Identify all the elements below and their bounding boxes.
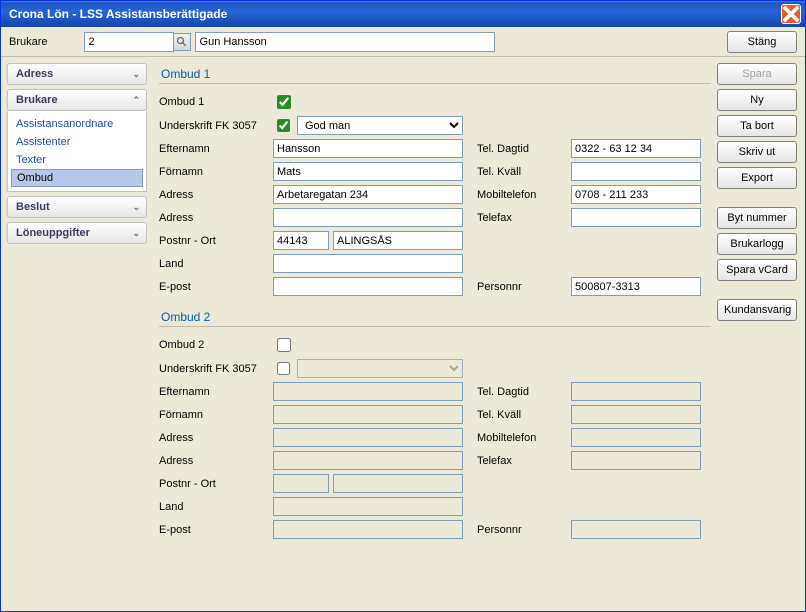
ombud2-epost-input — [273, 520, 463, 539]
label-tel-dagtid2: Tel. Dagtid — [477, 386, 557, 398]
brukare-id-input[interactable] — [84, 32, 174, 52]
ombud1-adress2-input[interactable] — [273, 208, 463, 227]
ombud1-checkbox[interactable] — [277, 95, 291, 109]
label-tel-kvall1: Tel. Kväll — [477, 166, 557, 178]
label-adress2a: Adress — [159, 432, 259, 444]
ombud2-tel-kvall-input — [571, 405, 701, 424]
ombud1-personnr-input[interactable] — [571, 277, 701, 296]
ombud1-underskrift-checkbox[interactable] — [277, 119, 290, 132]
right-button-bar: Spara Ny Ta bort Skriv ut Export Byt num… — [715, 57, 805, 611]
label-tel-dagtid1: Tel. Dagtid — [477, 143, 557, 155]
label-epost1: E-post — [159, 281, 259, 293]
label-underskrift1: Underskrift FK 3057 — [159, 120, 259, 132]
label-postnr1: Postnr - Ort — [159, 235, 259, 247]
label-ombud2: Ombud 2 — [159, 339, 259, 351]
ombud1-telefax-input[interactable] — [571, 208, 701, 227]
label-fornamn2: Förnamn — [159, 409, 259, 421]
label-personnr2: Personnr — [477, 524, 557, 536]
ombud2-mobil-input — [571, 428, 701, 447]
sidebar-group-beslut[interactable]: Beslut ⌄ — [7, 196, 147, 218]
label-underskrift2: Underskrift FK 3057 — [159, 363, 259, 375]
ombud1-epost-input[interactable] — [273, 277, 463, 296]
ombud1-underskrift-select[interactable]: God man — [297, 116, 463, 135]
section-title-ombud2: Ombud 2 — [159, 306, 711, 327]
label-telefax1: Telefax — [477, 212, 557, 224]
section-title-ombud1: Ombud 1 — [159, 63, 711, 84]
label-adress1a: Adress — [159, 189, 259, 201]
kundansvarig-button[interactable]: Kundansvarig — [717, 299, 797, 321]
ombud1-adress1-input[interactable] — [273, 185, 463, 204]
ombud2-personnr-input — [571, 520, 701, 539]
sidebar-group-loneuppgifter[interactable]: Löneuppgifter ⌄ — [7, 222, 147, 244]
spara-vcard-button[interactable]: Spara vCard — [717, 259, 797, 281]
chevron-down-icon: ⌄ — [132, 228, 140, 239]
label-personnr1: Personnr — [477, 281, 557, 293]
ombud2-land-input — [273, 497, 463, 516]
label-fornamn1: Förnamn — [159, 166, 259, 178]
brukare-label: Brukare — [9, 36, 48, 48]
ombud2-telefax-input — [571, 451, 701, 470]
ombud1-land-input[interactable] — [273, 254, 463, 273]
ombud1-tel-kvall-input[interactable] — [571, 162, 701, 181]
export-button[interactable]: Export — [717, 167, 797, 189]
ombud2-adress1-input — [273, 428, 463, 447]
label-efternamn2: Efternamn — [159, 386, 259, 398]
ombud2-checkbox[interactable] — [277, 338, 291, 352]
sidebar-group-adress[interactable]: Adress ⌄ — [7, 63, 147, 85]
ombud2-adress2-input — [273, 451, 463, 470]
toolbar: Brukare Stäng — [1, 27, 805, 57]
ombud2-tel-dagtid-input — [571, 382, 701, 401]
sidebar-group-brukare[interactable]: Brukare ⌃ — [7, 89, 147, 111]
ombud1-fornamn-input[interactable] — [273, 162, 463, 181]
label-land1: Land — [159, 258, 259, 270]
label-adress1b: Adress — [159, 212, 259, 224]
ombud1-mobil-input[interactable] — [571, 185, 701, 204]
label-efternamn1: Efternamn — [159, 143, 259, 155]
window-title: Crona Lön - LSS Assistansberättigade — [9, 7, 781, 21]
ombud1-tel-dagtid-input[interactable] — [571, 139, 701, 158]
ombud2-efternamn-input — [273, 382, 463, 401]
titlebar: Crona Lön - LSS Assistansberättigade — [1, 1, 805, 27]
label-mobil1: Mobiltelefon — [477, 189, 557, 201]
label-tel-kvall2: Tel. Kväll — [477, 409, 557, 421]
sidebar-item-texter[interactable]: Texter — [8, 151, 146, 169]
sidebar-item-assistenter[interactable]: Assistenter — [8, 133, 146, 151]
sidebar-item-assistansanordnare[interactable]: Assistansanordnare — [8, 115, 146, 133]
label-ombud1: Ombud 1 — [159, 96, 259, 108]
main-content: Ombud 1 Ombud 1 Underskrift FK 3057 God … — [153, 57, 715, 611]
sidebar-item-ombud[interactable]: Ombud — [11, 169, 143, 187]
chevron-down-icon: ⌄ — [132, 202, 140, 213]
window-close-button[interactable] — [781, 4, 801, 24]
ombud2-underskrift-select — [297, 359, 463, 378]
brukare-lookup-button[interactable] — [173, 33, 191, 51]
label-epost2: E-post — [159, 524, 259, 536]
ombud1-efternamn-input[interactable] — [273, 139, 463, 158]
ombud2-fornamn-input — [273, 405, 463, 424]
ombud2-ort-input — [333, 474, 463, 493]
sidebar: Adress ⌄ Brukare ⌃ Assistansanordnare As… — [1, 57, 153, 611]
brukarlogg-button[interactable]: Brukarlogg — [717, 233, 797, 255]
brukare-name-input[interactable] — [195, 32, 495, 52]
label-telefax2: Telefax — [477, 455, 557, 467]
label-mobil2: Mobiltelefon — [477, 432, 557, 444]
label-adress2b: Adress — [159, 455, 259, 467]
ta-bort-button[interactable]: Ta bort — [717, 115, 797, 137]
ny-button[interactable]: Ny — [717, 89, 797, 111]
byt-nummer-button[interactable]: Byt nummer — [717, 207, 797, 229]
chevron-up-icon: ⌃ — [132, 95, 140, 106]
ombud2-underskrift-checkbox[interactable] — [277, 362, 290, 375]
close-button[interactable]: Stäng — [727, 31, 797, 53]
ombud2-postnr-input — [273, 474, 329, 493]
label-land2: Land — [159, 501, 259, 513]
skriv-ut-button[interactable]: Skriv ut — [717, 141, 797, 163]
spara-button: Spara — [717, 63, 797, 85]
label-postnr2: Postnr - Ort — [159, 478, 259, 490]
ombud1-postnr-input[interactable] — [273, 231, 329, 250]
chevron-down-icon: ⌄ — [132, 69, 140, 80]
ombud1-ort-input[interactable] — [333, 231, 463, 250]
